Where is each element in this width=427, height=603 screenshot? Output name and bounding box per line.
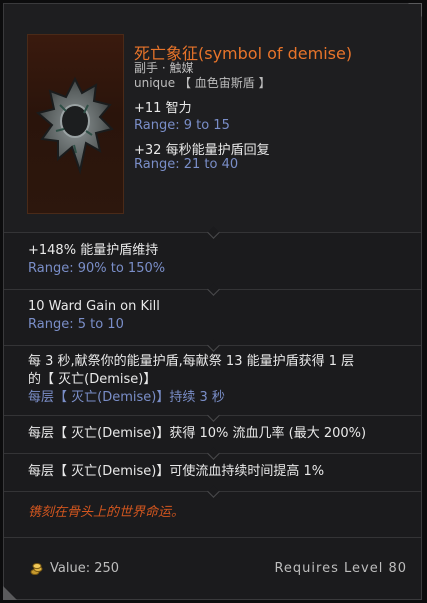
flavor-text: 镌刻在骨头上的世界命运。 <box>28 505 185 520</box>
divider-notch <box>207 447 220 460</box>
header-mod-stat: +11 智力 <box>134 101 192 116</box>
item-value: Value: 250 <box>30 561 119 576</box>
item-tooltip: 死亡象征(symbol of demise) 副手 · 触媒 unique 【 … <box>3 3 422 600</box>
affix-block: 10 Ward Gain on Kill Range: 5 to 10 <box>28 298 408 334</box>
header-mod-range: Range: 21 to 40 <box>134 157 239 172</box>
affix-text: +148% 能量护盾维持 <box>28 243 159 258</box>
unique-effect-block: 每层【 灭亡(Demise)】可使流血持续时间提高 1% <box>28 463 408 481</box>
header-mod-stat: +32 每秒能量护盾回复 <box>134 143 270 158</box>
gold-coins-icon <box>30 562 43 575</box>
unique-effect-block: 每 3 秒,献祭你的能量护盾,每献祭 13 能量护盾获得 1 层 的【 灭亡(D… <box>28 353 408 407</box>
affix-text: 10 Ward Gain on Kill <box>28 299 160 314</box>
affix-block: +148% 能量护盾维持 Range: 90% to 150% <box>28 242 408 278</box>
affix-range: Range: 5 to 10 <box>28 317 124 332</box>
divider <box>4 537 421 538</box>
affix-range: Range: 90% to 150% <box>28 261 166 276</box>
divider-notch <box>207 283 220 296</box>
item-icon-frame <box>27 34 124 214</box>
spiked-ring-icon <box>36 76 114 175</box>
item-value-label: Value: 250 <box>50 561 120 576</box>
unique-effect-range: 每层【 灭亡(Demise)】持续 3 秒 <box>28 390 225 405</box>
tooltip-header: 死亡象征(symbol of demise) 副手 · 触媒 unique 【 … <box>4 4 421 232</box>
level-requirement: Requires Level 80 <box>274 561 407 576</box>
item-rarity: unique 【 血色宙斯盾 】 <box>134 76 271 90</box>
corner-ornament <box>3 586 17 600</box>
unique-effect-text: 每 3 秒,献祭你的能量护盾,每献祭 13 能量护盾获得 1 层 <box>28 354 355 369</box>
divider-notch <box>207 339 220 352</box>
unique-effect-block: 每层【 灭亡(Demise)】获得 10% 流血几率 (最大 200%) <box>28 425 408 443</box>
unique-effect-text: 的【 灭亡(Demise)】 <box>28 372 157 387</box>
divider-notch <box>207 485 220 498</box>
header-mod-range: Range: 9 to 15 <box>134 118 230 133</box>
divider-notch <box>207 409 220 422</box>
unique-effect-text: 每层【 灭亡(Demise)】获得 10% 流血几率 (最大 200%) <box>28 426 367 441</box>
unique-effect-text: 每层【 灭亡(Demise)】可使流血持续时间提高 1% <box>28 464 325 479</box>
